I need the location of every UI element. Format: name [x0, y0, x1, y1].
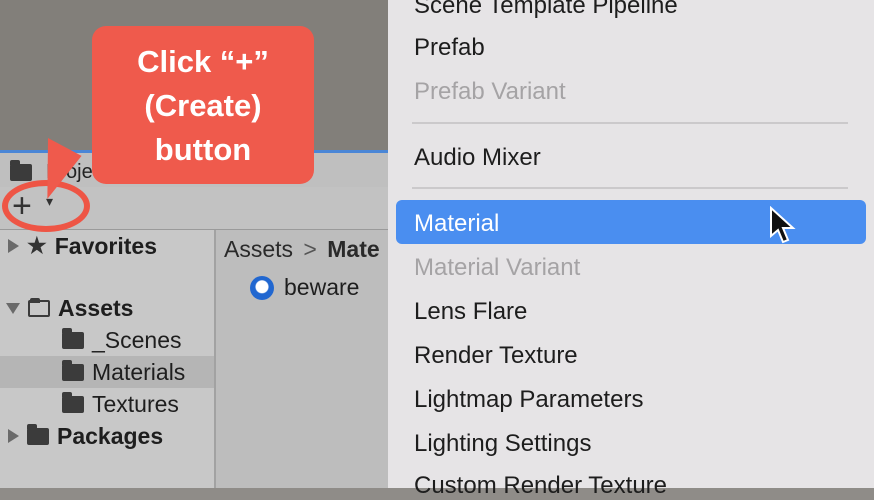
project-folder-tree: ★ Favorites Assets _Scenes Materials Tex…	[0, 230, 216, 488]
folder-open-icon	[28, 297, 50, 317]
menu-item-prefab[interactable]: Prefab	[414, 34, 485, 62]
asset-label: beware	[284, 274, 360, 300]
tree-item-label: Textures	[92, 390, 179, 417]
folder-icon	[62, 327, 84, 349]
menu-item-material-variant: Material Variant	[414, 254, 581, 281]
menu-item-lighting-settings[interactable]: Lighting Settings	[414, 430, 591, 458]
menu-item-scene-template-pipeline[interactable]: Scene Template Pipeline	[414, 0, 678, 20]
tree-item-label: Materials	[92, 358, 186, 385]
project-window: Proje + ▾ ★ Favorites Assets _Scenes Mat…	[0, 0, 388, 488]
tree-item-scenes[interactable]: _Scenes	[0, 324, 214, 356]
breadcrumb-separator-icon: >	[303, 236, 317, 262]
menu-separator	[412, 122, 848, 124]
folder-icon	[27, 423, 49, 445]
menu-item-lens-flare[interactable]: Lens Flare	[414, 298, 527, 326]
folder-icon	[62, 391, 84, 413]
callout-line: Click “+”	[137, 44, 269, 79]
tree-item-packages[interactable]: Packages	[0, 420, 214, 452]
material-sphere-icon	[250, 275, 274, 300]
callout-line: (Create)	[144, 88, 262, 123]
tree-item-favorites[interactable]: ★ Favorites	[0, 230, 214, 262]
tree-item-textures[interactable]: Textures	[0, 388, 214, 420]
project-content-pane: Assets > Mate beware	[216, 230, 388, 488]
tree-item-label: Favorites	[54, 232, 157, 259]
menu-separator	[412, 187, 848, 189]
menu-item-audio-mixer[interactable]: Audio Mixer	[414, 144, 541, 172]
create-context-menu: Scene Template Pipeline Prefab Prefab Va…	[388, 0, 874, 499]
expand-arrow-icon[interactable]	[8, 429, 19, 443]
breadcrumb-current: Mate	[327, 236, 380, 262]
menu-item-render-texture[interactable]: Render Texture	[414, 342, 578, 370]
menu-item-prefab-variant: Prefab Variant	[414, 78, 566, 105]
menu-item-material[interactable]: Material	[414, 210, 499, 238]
tree-item-assets[interactable]: Assets	[0, 292, 214, 324]
breadcrumb-root[interactable]: Assets	[224, 236, 293, 262]
expand-arrow-icon[interactable]	[8, 239, 19, 253]
tree-item-materials[interactable]: Materials	[0, 356, 214, 388]
instruction-callout: Click “+” (Create) button	[92, 26, 314, 184]
asset-item[interactable]: beware	[250, 274, 359, 301]
menu-item-custom-render-texture[interactable]: Custom Render Texture	[414, 472, 667, 500]
breadcrumb: Assets > Mate	[224, 236, 380, 263]
tree-item-label: Packages	[57, 422, 164, 449]
tree-item-label: _Scenes	[92, 326, 182, 353]
folder-icon	[62, 359, 84, 381]
mouse-cursor-icon	[770, 206, 796, 244]
callout-line: button	[154, 132, 252, 167]
star-icon: ★	[27, 233, 47, 258]
collapse-arrow-icon[interactable]	[6, 302, 20, 314]
tree-item-label: Assets	[58, 294, 134, 321]
menu-item-lightmap-parameters[interactable]: Lightmap Parameters	[414, 386, 643, 414]
